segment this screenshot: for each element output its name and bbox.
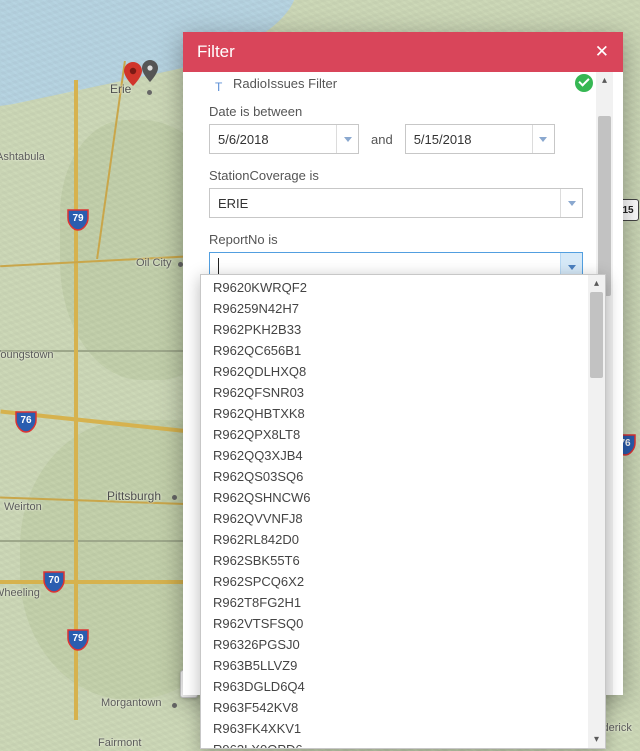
- report-no-option[interactable]: R962QS03SQ6: [201, 466, 588, 487]
- report-no-option[interactable]: R96326PGSJ0: [201, 634, 588, 655]
- scroll-thumb[interactable]: [590, 292, 603, 378]
- station-coverage-label: StationCoverage is: [209, 168, 583, 183]
- scroll-thumb[interactable]: [598, 116, 611, 296]
- report-no-option[interactable]: R962VTSFSQ0: [201, 613, 588, 634]
- report-no-option[interactable]: R9620KWRQF2: [201, 277, 588, 298]
- map-pin-red[interactable]: [124, 62, 142, 86]
- svg-text:79: 79: [72, 633, 84, 644]
- report-no-label: ReportNo is: [209, 232, 583, 247]
- road-i70: [0, 580, 200, 584]
- report-no-option[interactable]: R962T8FG2H1: [201, 592, 588, 613]
- svg-text:70: 70: [48, 575, 60, 586]
- city-label-fairmont: Fairmont: [98, 737, 141, 749]
- report-no-dropdown: R9620KWRQF2R96259N42H7R962PKH2B33R962QC6…: [200, 274, 606, 749]
- city-dot: [172, 495, 177, 500]
- city-label-weirton: Weirton: [4, 501, 42, 513]
- city-label-ashtabula: Ashtabula: [0, 151, 45, 163]
- svg-text:79: 79: [72, 213, 84, 224]
- report-no-option[interactable]: R962QC656B1: [201, 340, 588, 361]
- date-between-label: Date is between: [209, 104, 583, 119]
- report-no-option[interactable]: R963FK4XKV1: [201, 718, 588, 739]
- dropdown-scrollbar[interactable]: ▴ ▾: [588, 275, 605, 748]
- city-label-youngstown: Youngstown: [0, 349, 54, 361]
- report-no-option[interactable]: R962QVVNFJ8: [201, 508, 588, 529]
- highway-shield-i79: 79: [66, 208, 90, 232]
- report-no-option[interactable]: R963LX0QPD6: [201, 739, 588, 749]
- subfilter-label: RadioIssues Filter: [233, 76, 337, 91]
- svg-text:76: 76: [20, 415, 32, 426]
- report-no-option[interactable]: R962QSHNCW6: [201, 487, 588, 508]
- scroll-down-button[interactable]: ▾: [588, 731, 605, 748]
- report-no-option[interactable]: R96259N42H7: [201, 298, 588, 319]
- city-label-pittsburgh: Pittsburgh: [107, 489, 161, 503]
- date-from-combo[interactable]: 5/6/2018: [209, 124, 359, 154]
- filter-panel-header: Filter ✕: [183, 32, 623, 72]
- dropdown-caret-icon[interactable]: [532, 125, 554, 153]
- highway-shield-i70: 70: [42, 570, 66, 594]
- report-no-option-list: R9620KWRQF2R96259N42H7R962PKH2B33R962QC6…: [201, 275, 588, 749]
- map-marker-gray[interactable]: [142, 60, 158, 82]
- report-no-option[interactable]: R963F542KV8: [201, 697, 588, 718]
- report-no-option[interactable]: R962PKH2B33: [201, 319, 588, 340]
- scroll-up-button[interactable]: ▴: [588, 275, 605, 292]
- report-no-option[interactable]: R962QDLHXQ8: [201, 361, 588, 382]
- city-label-wheeling: Wheeling: [0, 587, 40, 599]
- close-icon[interactable]: ✕: [595, 42, 609, 62]
- report-no-option[interactable]: R962SBK55T6: [201, 550, 588, 571]
- report-no-option[interactable]: R963DGLD6Q4: [201, 676, 588, 697]
- city-label-oilcity: Oil City: [136, 257, 171, 269]
- filter-panel-title: Filter: [197, 42, 235, 62]
- scroll-up-button[interactable]: ▴: [596, 72, 613, 89]
- date-from-value: 5/6/2018: [210, 132, 336, 147]
- report-no-option[interactable]: R962QFSNR03: [201, 382, 588, 403]
- highway-shield-i76: 76: [14, 410, 38, 434]
- city-label-morgantown: Morgantown: [101, 697, 162, 709]
- report-no-option[interactable]: R963B5LLVZ9: [201, 655, 588, 676]
- report-no-option[interactable]: R962SPCQ6X2: [201, 571, 588, 592]
- dropdown-caret-icon[interactable]: [336, 125, 358, 153]
- date-to-value: 5/15/2018: [406, 132, 532, 147]
- date-to-combo[interactable]: 5/15/2018: [405, 124, 555, 154]
- status-ok-icon: [575, 74, 593, 92]
- filter-type-icon: T: [215, 80, 227, 94]
- boundary-line: [0, 540, 200, 542]
- city-dot: [172, 703, 177, 708]
- report-no-option[interactable]: R962RL842D0: [201, 529, 588, 550]
- report-no-option[interactable]: R962QHBTXK8: [201, 403, 588, 424]
- station-coverage-value: ERIE: [210, 196, 560, 211]
- highway-shield-i79: 79: [66, 628, 90, 652]
- report-no-option[interactable]: R962QQ3XJB4: [201, 445, 588, 466]
- road-i79: [74, 80, 78, 720]
- report-no-option[interactable]: R962QPX8LT8: [201, 424, 588, 445]
- station-coverage-combo[interactable]: ERIE: [209, 188, 583, 218]
- dropdown-caret-icon[interactable]: [560, 189, 582, 217]
- city-dot: [147, 90, 152, 95]
- and-label: and: [371, 132, 393, 147]
